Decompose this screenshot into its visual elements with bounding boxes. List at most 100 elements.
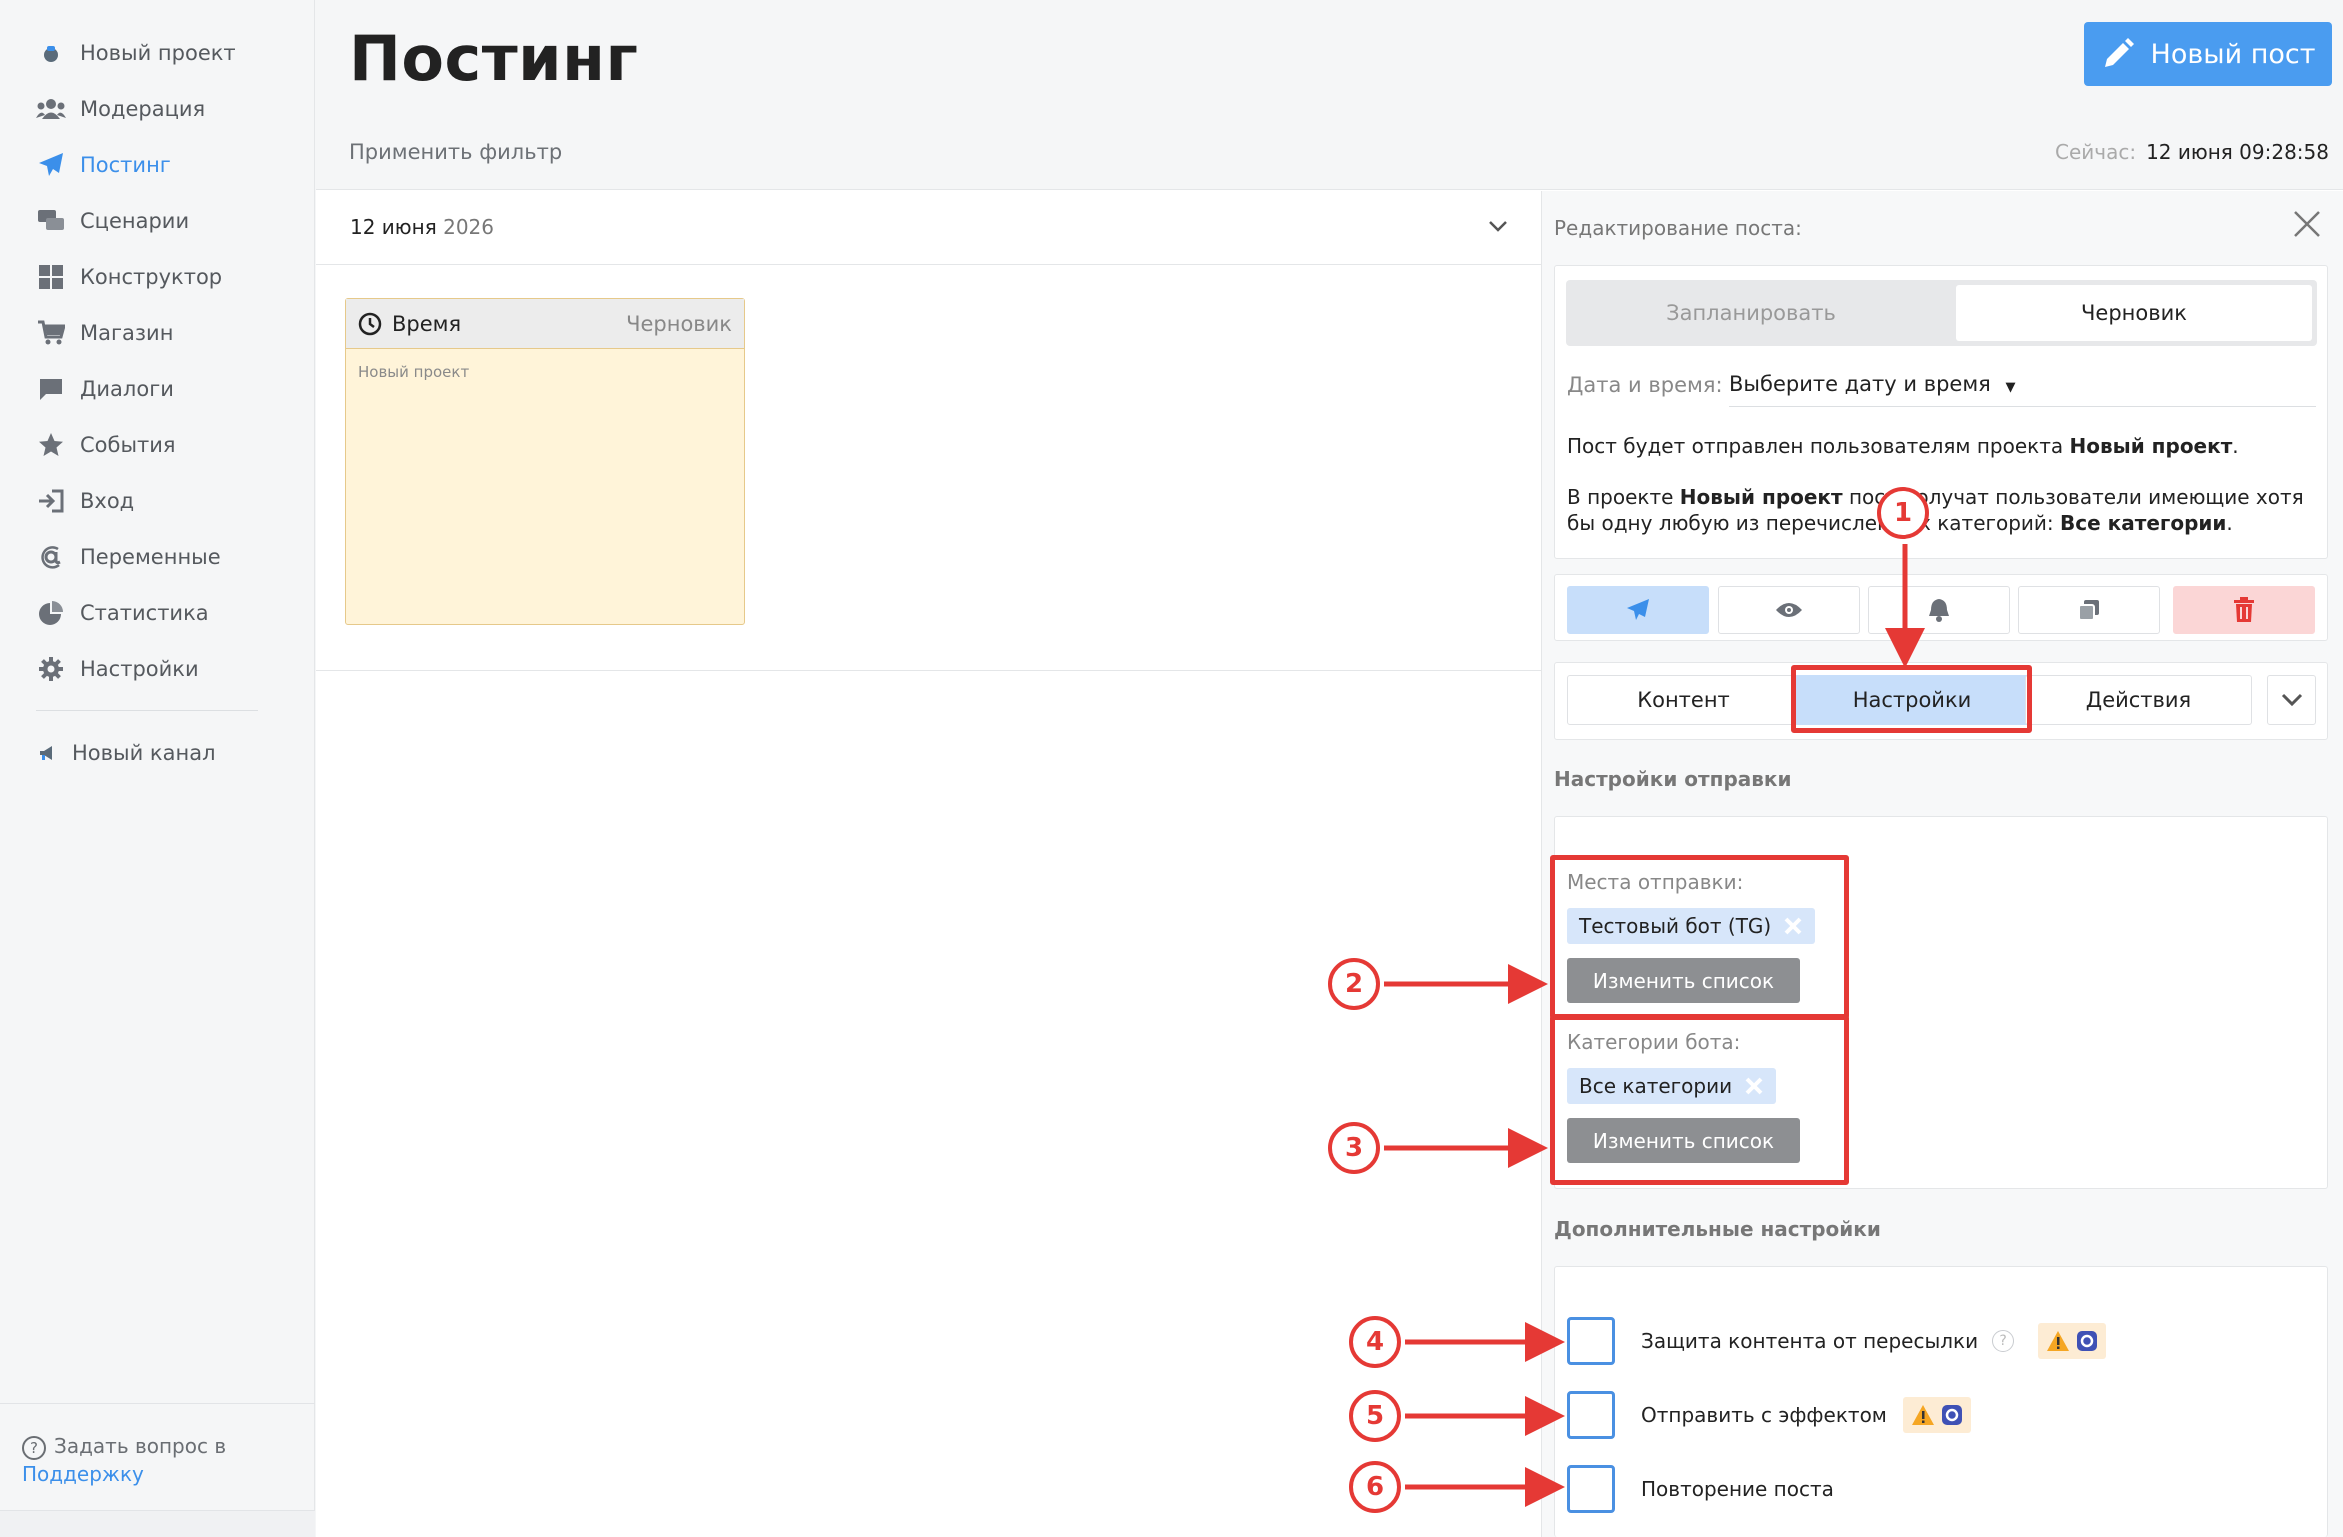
new-post-button[interactable]: Новый пост bbox=[2084, 22, 2332, 86]
datetime-underline bbox=[1729, 406, 2316, 407]
scenarios-icon bbox=[36, 206, 66, 236]
recipients-info: Пост будет отправлен пользователям проек… bbox=[1567, 434, 2239, 458]
info-project: Новый проект bbox=[1679, 485, 1843, 509]
sidebar-item-label: Настройки bbox=[80, 657, 199, 681]
sidebar-item-label: Диалоги bbox=[80, 377, 174, 401]
datetime-label: Дата и время: bbox=[1567, 373, 1723, 397]
sidebar-item-label: Новый проект bbox=[80, 41, 236, 65]
send-settings-title: Настройки отправки bbox=[1554, 767, 1792, 791]
date-group-label: 12 июня 2026 bbox=[350, 215, 494, 239]
categories-info: В проекте Новый проект пост получат поль… bbox=[1567, 484, 2317, 536]
post-card-header: Время Черновик bbox=[346, 299, 744, 349]
platform-badge bbox=[1902, 1397, 1971, 1433]
sidebar-divider bbox=[36, 710, 258, 711]
sidebar-item-login[interactable]: Вход bbox=[36, 481, 134, 521]
notification-button[interactable] bbox=[1868, 586, 2010, 634]
sidebar-item-statistics[interactable]: Статистика bbox=[36, 593, 209, 633]
sidebar-item-project[interactable]: Новый проект bbox=[36, 33, 236, 73]
page-title: Постинг bbox=[349, 22, 639, 95]
delete-button[interactable] bbox=[2173, 586, 2315, 634]
sidebar-item-dialogs[interactable]: Диалоги bbox=[36, 369, 174, 409]
post-status: Черновик bbox=[626, 311, 732, 336]
sidebar-item-shop[interactable]: Магазин bbox=[36, 313, 173, 353]
send-effect-checkbox[interactable] bbox=[1567, 1391, 1615, 1439]
tab-actions[interactable]: Действия bbox=[2025, 675, 2252, 725]
option-repeat-post: Повторение поста bbox=[1567, 1465, 1834, 1513]
cart-icon bbox=[36, 318, 66, 348]
bell-icon bbox=[1929, 599, 1949, 622]
date-group-row[interactable]: 12 июня 2026 bbox=[316, 191, 1541, 265]
app-icon bbox=[1941, 1405, 1962, 1425]
mode-switch: Запланировать Черновик bbox=[1566, 280, 2317, 346]
send-button[interactable] bbox=[1567, 586, 1709, 634]
warning-icon bbox=[1911, 1405, 1934, 1425]
draft-mode-button[interactable]: Черновик bbox=[1956, 285, 2312, 341]
sidebar-item-scenarios[interactable]: Сценарии bbox=[36, 201, 189, 241]
extra-settings-title: Дополнительные настройки bbox=[1554, 1217, 1881, 1241]
chat-icon bbox=[36, 374, 66, 404]
apply-filter-link[interactable]: Применить фильтр bbox=[349, 140, 562, 164]
project-icon bbox=[36, 38, 66, 68]
sidebar-item-label: Вход bbox=[80, 489, 135, 513]
option-protect-content: Защита контента от пересылки ? bbox=[1567, 1317, 2107, 1365]
sidebar-item-label: Новый канал bbox=[72, 741, 216, 765]
annotation-badge: 2 bbox=[1328, 958, 1380, 1010]
repeat-post-checkbox[interactable] bbox=[1567, 1465, 1615, 1513]
change-destinations-button[interactable]: Изменить список bbox=[1567, 958, 1800, 1003]
now-value: 12 июня 09:28:58 bbox=[2146, 140, 2329, 164]
support-link[interactable]: Поддержку bbox=[22, 1462, 144, 1486]
post-project: Новый проект bbox=[358, 363, 470, 381]
date-year: 2026 bbox=[443, 215, 495, 239]
annotation-badge: 5 bbox=[1349, 1390, 1401, 1442]
info-project: Новый проект bbox=[2069, 434, 2233, 458]
tab-settings[interactable]: Настройки bbox=[1795, 675, 2029, 725]
current-time: Сейчас: 12 июня 09:28:58 bbox=[2055, 140, 2329, 164]
sign-in-icon bbox=[36, 486, 66, 516]
option-label: Отправить с эффектом bbox=[1641, 1403, 1887, 1427]
post-card[interactable]: Время Черновик Новый проект bbox=[345, 298, 745, 625]
annotation-badge: 6 bbox=[1349, 1461, 1401, 1513]
sidebar-item-label: Сценарии bbox=[80, 209, 190, 233]
category-chip: Все категории bbox=[1567, 1068, 1777, 1104]
copy-button[interactable] bbox=[2018, 586, 2160, 634]
chevron-down-icon[interactable] bbox=[1487, 215, 1509, 237]
protect-content-checkbox[interactable] bbox=[1567, 1317, 1615, 1365]
warning-icon bbox=[2047, 1331, 2070, 1351]
annotation-badge: 4 bbox=[1349, 1316, 1401, 1368]
main-divider bbox=[316, 670, 1541, 671]
sidebar-item-events[interactable]: События bbox=[36, 425, 176, 465]
question-icon: ? bbox=[22, 1436, 46, 1460]
annotation-badge: 3 bbox=[1328, 1122, 1380, 1174]
remove-icon[interactable] bbox=[1783, 916, 1803, 936]
sidebar-item-variables[interactable]: Переменные bbox=[36, 537, 221, 577]
sidebar-item-label: События bbox=[80, 433, 176, 457]
sidebar-item-label: Конструктор bbox=[80, 265, 223, 289]
sidebar-item-posting[interactable]: Постинг bbox=[36, 145, 171, 185]
platform-badge bbox=[2038, 1323, 2107, 1359]
panel-title: Редактирование поста: bbox=[1554, 216, 1802, 240]
post-time-label: Время bbox=[392, 311, 462, 336]
tab-content[interactable]: Контент bbox=[1567, 675, 1800, 725]
info-text: . bbox=[2232, 434, 2239, 458]
tabs-more-button[interactable] bbox=[2267, 675, 2316, 725]
info-categories: Все категории bbox=[2060, 511, 2227, 535]
datetime-value: Выберите дату и время bbox=[1729, 372, 1991, 396]
help-icon[interactable]: ? bbox=[1992, 1330, 2015, 1352]
close-icon[interactable] bbox=[2292, 209, 2322, 239]
sidebar-item-constructor[interactable]: Конструктор bbox=[36, 257, 222, 297]
preview-button[interactable] bbox=[1718, 586, 1860, 634]
option-label: Защита контента от пересылки bbox=[1641, 1329, 1979, 1353]
sidebar-footer: ? Задать вопрос в Поддержку bbox=[0, 1403, 315, 1510]
app-icon bbox=[2077, 1331, 2098, 1351]
date-day: 12 июня bbox=[350, 215, 437, 239]
sidebar-item-settings[interactable]: Настройки bbox=[36, 649, 199, 689]
datetime-select[interactable]: Выберите дату и время ▼ bbox=[1729, 372, 2016, 396]
sidebar-item-label: Переменные bbox=[80, 545, 221, 569]
schedule-mode-button[interactable]: Запланировать bbox=[1571, 285, 1931, 341]
now-label: Сейчас: bbox=[2054, 140, 2137, 164]
sidebar-item-moderation[interactable]: Модерация bbox=[36, 89, 205, 129]
sidebar-item-channel[interactable]: Новый канал bbox=[36, 733, 216, 773]
remove-icon[interactable] bbox=[1744, 1076, 1764, 1096]
variable-icon bbox=[36, 542, 66, 572]
change-categories-button[interactable]: Изменить список bbox=[1567, 1118, 1800, 1163]
